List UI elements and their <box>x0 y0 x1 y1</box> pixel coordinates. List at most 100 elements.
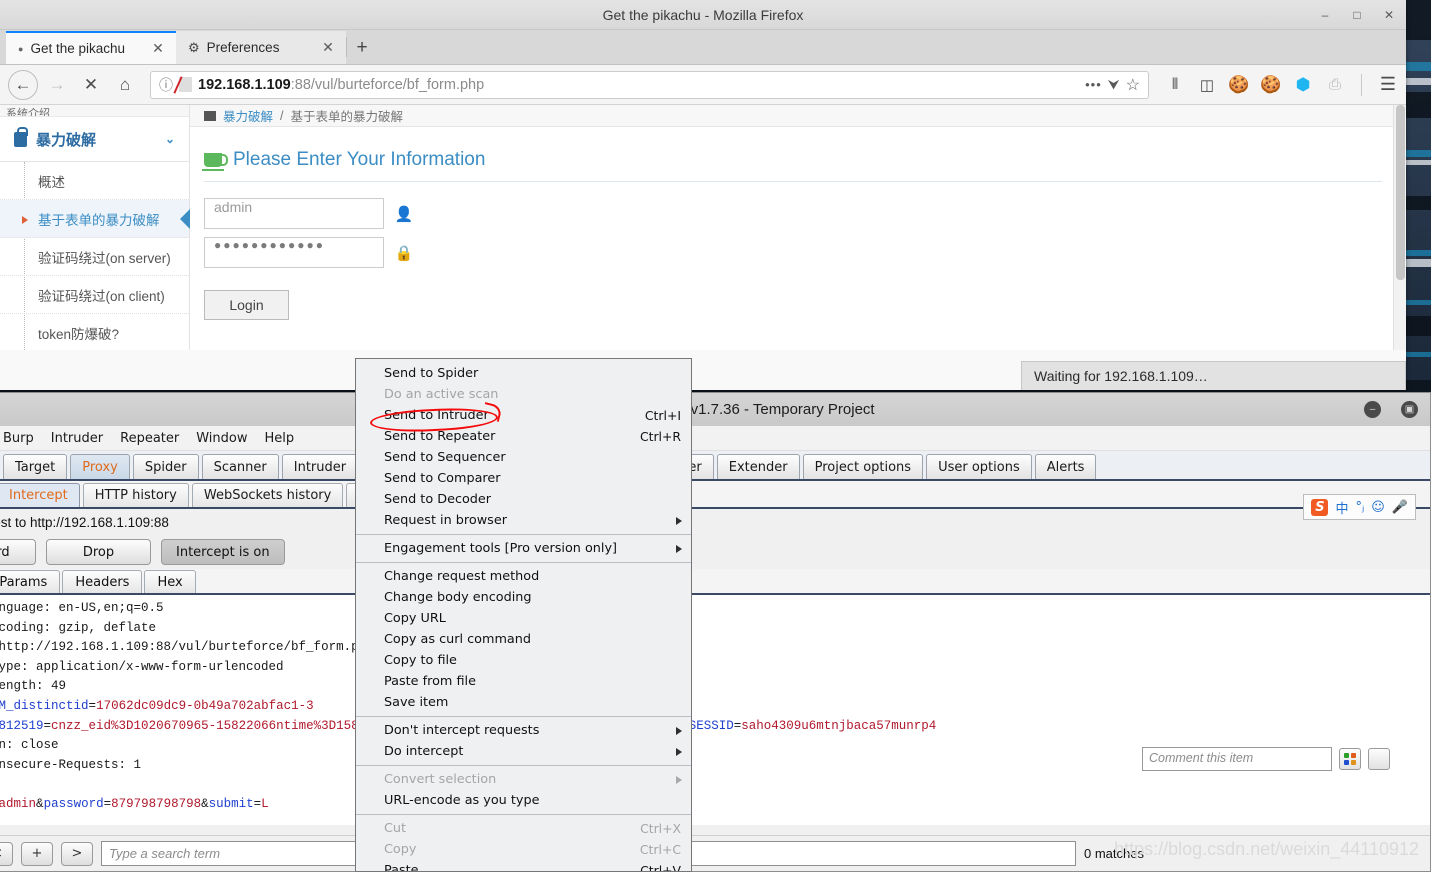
sidebar-item-token[interactable]: token防爆破? <box>0 314 189 350</box>
minimize-icon[interactable]: – <box>1314 4 1336 26</box>
tab-user-options[interactable]: User options <box>926 454 1032 479</box>
user-icon: 👤 <box>394 205 414 223</box>
subtab-websockets-history[interactable]: WebSockets history <box>191 483 344 507</box>
page-scrollbar[interactable] <box>1393 105 1406 350</box>
breadcrumb-first[interactable]: 暴力破解 <box>223 106 273 125</box>
menu-item-paste-from-file[interactable]: Paste from file <box>356 671 691 692</box>
back-button[interactable]: ← <box>8 69 38 100</box>
tab-close-icon[interactable]: ✕ <box>320 39 336 56</box>
menu-item-copy-url[interactable]: Copy URL <box>356 608 691 629</box>
menu-item-send-to-decoder[interactable]: Send to Decoder <box>356 489 691 510</box>
menu-repeater[interactable]: Repeater <box>120 431 179 446</box>
sidebar-item-captcha-server[interactable]: 验证码绕过(on server) <box>0 238 189 276</box>
menu-item-send-to-comparer[interactable]: Send to Comparer <box>356 468 691 489</box>
tab-alerts[interactable]: Alerts <box>1034 454 1097 479</box>
sidebar-icon[interactable]: ◫ <box>1197 75 1217 95</box>
home-button[interactable]: ⌂ <box>110 70 140 100</box>
page-info-icon[interactable]: ⓘ <box>159 75 173 95</box>
menu-item-request-in-browser[interactable]: Request in browser <box>356 510 691 531</box>
sidebar-item-overview[interactable]: 概述 <box>0 162 189 200</box>
forward-button[interactable]: Forward <box>0 539 36 565</box>
sidebar-item-label: 验证码绕过(on server) <box>38 250 171 266</box>
menu-item-dont-intercept-requests[interactable]: Don't intercept requests <box>356 720 691 741</box>
cookie-value: saho4309u6mtnjbaca57munrp4 <box>741 718 937 733</box>
cookie-manager-icon[interactable]: 🍪 <box>1228 75 1249 95</box>
add-search-button[interactable]: + <box>21 841 53 866</box>
address-bar[interactable]: ⓘ 192.168.1.109:88/vul/burteforce/bf_for… <box>150 70 1149 99</box>
menu-help[interactable]: Help <box>265 431 295 446</box>
browser-tab-preferences[interactable]: ⚙ Preferences ✕ <box>176 31 346 64</box>
sogou-punctuation-icon[interactable]: °ⱼ <box>1355 500 1364 515</box>
print-icon[interactable]: ⎙ <box>1325 75 1345 95</box>
tab-intruder[interactable]: Intruder <box>281 454 359 479</box>
tab-proxy[interactable]: Proxy <box>70 454 130 479</box>
menu-item-change-request-method[interactable]: Change request method <box>356 566 691 587</box>
tab-spider[interactable]: Spider <box>132 454 199 479</box>
menu-item-send-to-spider[interactable]: Send to Spider <box>356 363 691 384</box>
login-button[interactable]: Login <box>204 290 289 320</box>
menu-item-url-encode-as-you-type[interactable]: URL-encode as you type <box>356 790 691 811</box>
sogou-logo-icon[interactable]: S <box>1311 498 1329 516</box>
highlight-color-button[interactable] <box>1339 748 1361 770</box>
menu-item-label: Send to Intruder <box>384 408 489 423</box>
password-input[interactable]: ●●●●●●●●●●●● <box>204 237 384 268</box>
intercept-toggle-button[interactable]: Intercept is on <box>161 539 285 565</box>
new-tab-button[interactable]: + <box>347 31 377 64</box>
page-actions-icon[interactable]: ••• <box>1085 77 1102 92</box>
menu-window[interactable]: Window <box>196 431 247 446</box>
scrollbar-thumb[interactable] <box>1396 105 1405 280</box>
sidebar-section-brute-force[interactable]: 暴力破解 ⌄ <box>0 117 189 162</box>
tab-extender[interactable]: Extender <box>716 454 800 479</box>
bookmark-star-icon[interactable]: ☆ <box>1126 75 1140 95</box>
menu-item-paste[interactable]: Paste Ctrl+V <box>356 860 691 871</box>
menu-item-copy-as-curl-command[interactable]: Copy as curl command <box>356 629 691 650</box>
cookie-icon[interactable]: 🍪 <box>1260 75 1281 95</box>
menu-item-copy-to-file[interactable]: Copy to file <box>356 650 691 671</box>
tracking-protection-off-icon[interactable] <box>179 77 192 92</box>
menu-item-engagement-tools[interactable]: Engagement tools [Pro version only] <box>356 538 691 559</box>
sogou-voice-icon[interactable]: 🎤 <box>1392 500 1408 515</box>
viewtab-hex[interactable]: Hex <box>144 570 196 593</box>
subtab-http-history[interactable]: HTTP history <box>82 483 189 507</box>
sidebar-item-captcha-client[interactable]: 验证码绕过(on client) <box>0 276 189 314</box>
viewtab-params[interactable]: Params <box>0 570 61 593</box>
username-input[interactable]: admin <box>204 198 384 229</box>
menu-burp[interactable]: Burp <box>3 431 34 446</box>
maximize-icon[interactable]: ▣ <box>1401 401 1418 418</box>
burp-context-menu[interactable]: Send to Spider Do an active scan Send to… <box>355 358 692 872</box>
prev-match-button[interactable]: < <box>0 841 13 866</box>
sogou-emoji-icon[interactable]: ☺ <box>1371 500 1385 515</box>
tab-scanner[interactable]: Scanner <box>201 454 279 479</box>
stop-button[interactable]: ✕ <box>76 70 106 100</box>
tab-close-icon[interactable]: ✕ <box>150 40 166 57</box>
menu-item-send-to-intruder[interactable]: Send to Intruder Ctrl+I <box>356 405 691 426</box>
comment-input[interactable]: Comment this item <box>1142 747 1332 771</box>
menu-item-do-intercept[interactable]: Do intercept <box>356 741 691 762</box>
menu-item-send-to-repeater[interactable]: Send to Repeater Ctrl+R <box>356 426 691 447</box>
request-editor[interactable]: Accept-Language: en-US,en;q=0.5 Accept-E… <box>0 595 1430 825</box>
sogou-chinese-mode-icon[interactable]: 中 <box>1335 498 1348 517</box>
menu-item-label: Send to Comparer <box>384 471 501 486</box>
browser-tab-get-the-pikachu[interactable]: ● Get the pikachu ✕ <box>6 31 176 64</box>
menu-item-send-to-sequencer[interactable]: Send to Sequencer <box>356 447 691 468</box>
subtab-intercept[interactable]: Intercept <box>0 483 80 507</box>
menu-intruder[interactable]: Intruder <box>51 431 103 446</box>
hackbar-icon[interactable]: ⬢ <box>1293 75 1313 95</box>
maximize-icon[interactable]: □ <box>1346 4 1368 26</box>
sidebar-prev-item-label[interactable]: 系统介绍 <box>0 105 189 117</box>
close-icon[interactable]: ✕ <box>1378 4 1400 26</box>
hamburger-menu-icon[interactable]: ☰ <box>1378 74 1398 95</box>
sidebar-item-form-brute-force[interactable]: 基于表单的暴力破解 <box>0 200 190 238</box>
extra-action-button[interactable] <box>1368 748 1390 770</box>
next-match-button[interactable]: > <box>61 841 93 866</box>
forward-button[interactable]: → <box>42 70 72 100</box>
minimize-icon[interactable]: – <box>1364 401 1381 418</box>
pocket-icon[interactable]: ⮟ <box>1108 76 1120 93</box>
viewtab-headers[interactable]: Headers <box>62 570 143 593</box>
menu-item-change-body-encoding[interactable]: Change body encoding <box>356 587 691 608</box>
menu-item-save-item[interactable]: Save item <box>356 692 691 713</box>
library-icon[interactable]: ⦀ <box>1165 75 1185 95</box>
drop-button[interactable]: Drop <box>46 539 151 565</box>
tab-project-options[interactable]: Project options <box>802 454 924 479</box>
tab-target[interactable]: Target <box>3 454 68 479</box>
